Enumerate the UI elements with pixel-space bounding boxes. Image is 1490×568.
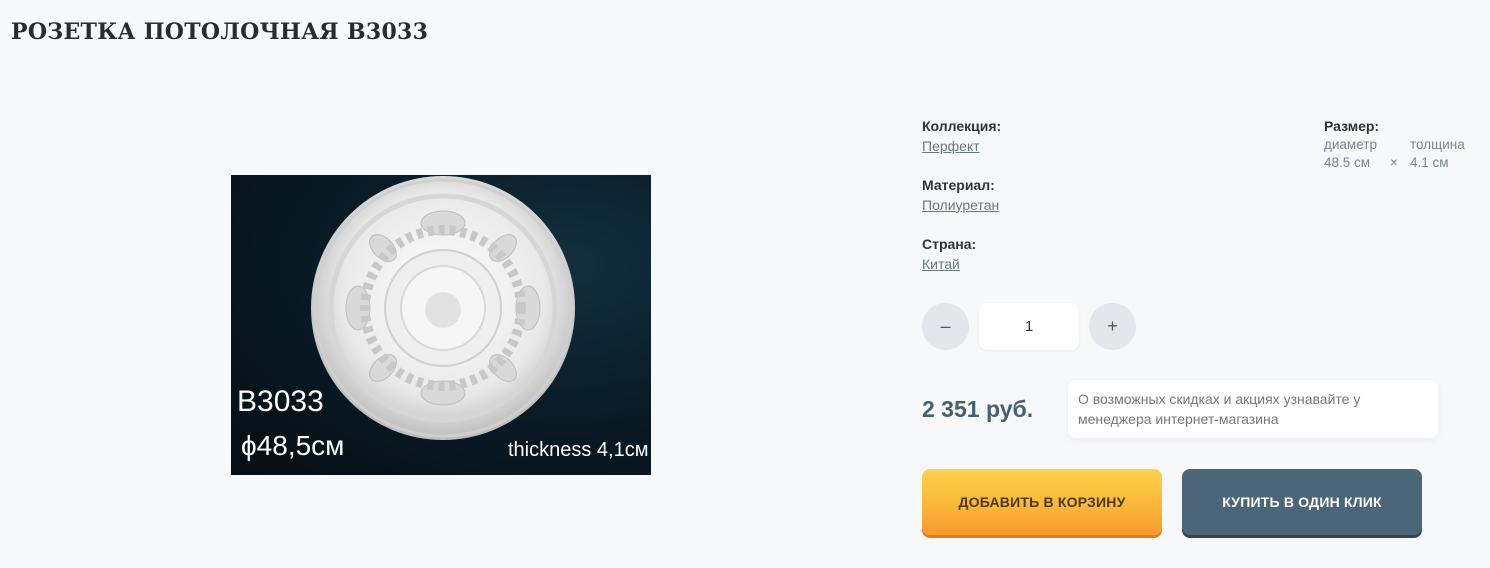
collection-link[interactable]: Перфект xyxy=(922,136,1001,156)
quantity-input[interactable] xyxy=(979,303,1079,350)
image-thickness-label: thickness 4,1см xyxy=(508,439,649,461)
minus-icon: – xyxy=(940,316,951,336)
size-separator: × xyxy=(1390,155,1398,170)
buy-one-click-button[interactable]: КУПИТЬ В ОДИН КЛИК xyxy=(1182,469,1422,535)
quantity-decrease-button[interactable]: – xyxy=(922,303,969,350)
attribute-label: Коллекция: xyxy=(922,118,1002,134)
price: 2 351 руб. xyxy=(922,396,1034,422)
country-link[interactable]: Китай xyxy=(922,254,976,274)
quantity-increase-button[interactable]: + xyxy=(1089,303,1136,350)
size-block: Размер: диаметр толщина 48.5 см × 4.1 см xyxy=(1324,116,1465,172)
size-label: Размер: xyxy=(1324,118,1380,134)
attribute-label: Страна: xyxy=(922,236,977,252)
product-image[interactable]: B3033 ϕ48,5см thickness 4,1см xyxy=(231,175,651,475)
image-diameter-label: ϕ48,5см xyxy=(241,430,345,461)
attribute-material: Материал: Полиуретан xyxy=(922,175,999,215)
image-code-label: B3033 xyxy=(237,385,324,418)
attribute-country: Страна: Китай xyxy=(922,234,976,274)
plus-icon: + xyxy=(1107,316,1118,336)
page-title: РОЗЕТКА ПОТОЛОЧНАЯ B3033 xyxy=(11,19,429,45)
thickness-label: толщина xyxy=(1410,137,1465,152)
diameter-label: диаметр xyxy=(1324,137,1377,152)
thickness-value: 4.1 см xyxy=(1410,155,1449,170)
attribute-label: Материал: xyxy=(922,177,995,193)
add-to-cart-button[interactable]: ДОБАВИТЬ В КОРЗИНУ xyxy=(922,469,1162,535)
diameter-value: 48.5 см xyxy=(1324,155,1371,170)
discount-note: О возможных скидках и акциях узнавайте у… xyxy=(1068,380,1438,438)
attribute-collection: Коллекция: Перфект xyxy=(922,116,1001,156)
material-link[interactable]: Полиуретан xyxy=(922,195,999,215)
